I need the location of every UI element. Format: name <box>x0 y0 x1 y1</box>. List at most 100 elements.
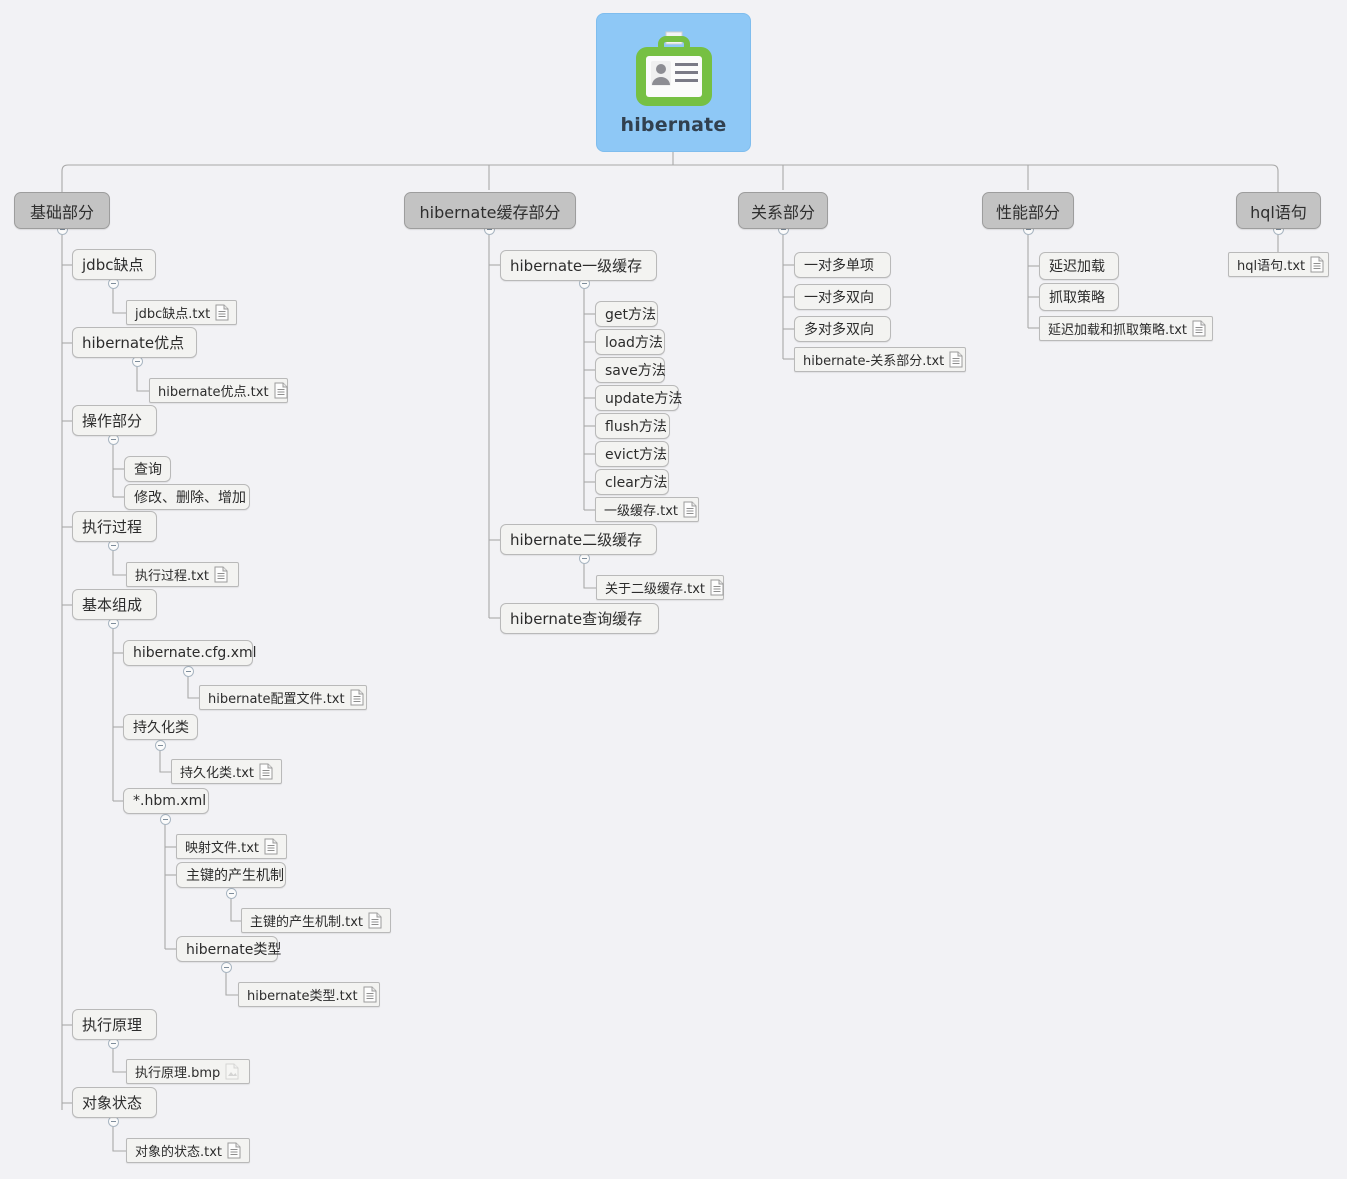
node-load-method[interactable]: load方法 <box>595 329 665 355</box>
node-mapping-file[interactable]: 映射文件.txt <box>176 834 287 859</box>
collapse-toggle-cfg-xml[interactable] <box>183 666 194 677</box>
text-file-icon <box>274 382 288 399</box>
node-persistent-class-file[interactable]: 持久化类.txt <box>171 759 282 784</box>
node-hibernate-pros[interactable]: hibernate优点 <box>72 327 197 358</box>
node-exec-principle-image[interactable]: 执行原理.bmp <box>126 1059 250 1084</box>
node-label-one-to-many-bi: 一对多双向 <box>804 290 874 306</box>
node-label-load-method: load方法 <box>605 335 663 351</box>
node-exec-process[interactable]: 执行过程 <box>72 511 157 542</box>
node-label-operations: 操作部分 <box>82 412 143 430</box>
collapse-toggle-hib-types[interactable] <box>221 962 232 973</box>
node-lazy-fetch-file[interactable]: 延迟加载和抓取策略.txt <box>1039 316 1213 341</box>
node-modify-delete-add[interactable]: 修改、删除、增加 <box>124 484 250 510</box>
node-jdbc-cons[interactable]: jdbc缺点 <box>72 249 156 280</box>
node-label-modify-delete-add: 修改、删除、增加 <box>134 490 246 506</box>
node-clear-method[interactable]: clear方法 <box>595 469 669 495</box>
node-hibernate-types-file[interactable]: hibernate类型.txt <box>238 982 380 1007</box>
node-operations[interactable]: 操作部分 <box>72 405 157 436</box>
node-object-state-file[interactable]: 对象的状态.txt <box>126 1138 250 1163</box>
node-update-method[interactable]: update方法 <box>595 385 682 411</box>
root-node-label: hibernate <box>620 113 727 136</box>
leaf-label-object-state-file: 对象的状态.txt <box>135 1145 223 1160</box>
node-label-pk-generation: 主键的产生机制 <box>186 868 284 884</box>
node-label-query: 查询 <box>134 462 162 478</box>
node-lazy-loading[interactable]: 延迟加载 <box>1039 252 1119 280</box>
branch-label-cache: hibernate缓存部分 <box>419 202 561 222</box>
root-node-hibernate[interactable]: hibernate <box>596 13 751 152</box>
node-many-to-many-bi[interactable]: 多对多双向 <box>794 316 891 342</box>
text-file-icon <box>1310 256 1324 273</box>
node-cache-query[interactable]: hibernate查询缓存 <box>500 603 659 634</box>
leaf-label-exec-principle-image: 执行原理.bmp <box>135 1066 221 1081</box>
leaf-label-relation-file: hibernate-关系部分.txt <box>803 354 945 369</box>
text-file-icon <box>949 351 963 368</box>
node-flush-method[interactable]: flush方法 <box>595 413 670 439</box>
node-label-object-state: 对象状态 <box>82 1094 143 1112</box>
node-exec-principle[interactable]: 执行原理 <box>72 1009 157 1040</box>
node-label-lazy-loading: 延迟加载 <box>1049 259 1105 275</box>
node-label-save-method: save方法 <box>605 363 666 379</box>
node-hql-file[interactable]: hql语句.txt <box>1228 252 1329 277</box>
mindmap-canvas: hibernate 基础部分 hibernate缓存部分 关系部分 性能部分 h… <box>0 0 1347 1179</box>
leaf-label-mapping-file: 映射文件.txt <box>185 841 260 856</box>
node-basic-composition[interactable]: 基本组成 <box>72 589 157 620</box>
node-label-basic-composition: 基本组成 <box>82 596 143 614</box>
node-pk-generation-file[interactable]: 主键的产生机制.txt <box>241 908 391 933</box>
node-cache-level1[interactable]: hibernate一级缓存 <box>500 250 657 281</box>
node-jdbc-cons-file[interactable]: jdbc缺点.txt <box>126 300 237 325</box>
leaf-label-persistent-class-file: 持久化类.txt <box>180 766 255 781</box>
node-cache-level1-file[interactable]: 一级缓存.txt <box>595 497 699 522</box>
branch-node-performance[interactable]: 性能部分 <box>982 192 1074 229</box>
node-label-evict-method: evict方法 <box>605 447 667 463</box>
node-label-hibernate-cfg-xml: hibernate.cfg.xml <box>133 645 257 661</box>
leaf-label-hibernate-cfg-file: hibernate配置文件.txt <box>208 692 345 707</box>
node-fetch-strategy[interactable]: 抓取策略 <box>1039 283 1119 311</box>
node-label-hibernate-pros: hibernate优点 <box>82 334 185 352</box>
text-file-icon <box>227 1142 241 1159</box>
leaf-label-hql-file: hql语句.txt <box>1237 259 1306 274</box>
text-file-icon <box>264 838 278 855</box>
text-file-icon <box>710 579 724 596</box>
leaf-label-exec-process-file: 执行过程.txt <box>135 569 210 584</box>
text-file-icon <box>215 304 229 321</box>
node-hibernate-cfg-xml[interactable]: hibernate.cfg.xml <box>123 640 257 666</box>
node-label-exec-principle: 执行原理 <box>82 1016 143 1034</box>
node-query[interactable]: 查询 <box>124 456 171 482</box>
node-label-clear-method: clear方法 <box>605 475 668 491</box>
node-cache-level2-file[interactable]: 关于二级缓存.txt <box>596 575 724 600</box>
node-evict-method[interactable]: evict方法 <box>595 441 669 467</box>
node-hibernate-cfg-file[interactable]: hibernate配置文件.txt <box>199 685 367 710</box>
node-save-method[interactable]: save方法 <box>595 357 666 383</box>
collapse-toggle-persist[interactable] <box>155 740 166 751</box>
node-label-many-to-many-bi: 多对多双向 <box>804 322 874 338</box>
branch-label-relation: 关系部分 <box>751 202 816 222</box>
node-hibernate-types[interactable]: hibernate类型 <box>176 936 281 962</box>
node-persistent-class[interactable]: 持久化类 <box>123 714 198 740</box>
branch-node-relation[interactable]: 关系部分 <box>738 192 828 229</box>
collapse-toggle-pk-gen[interactable] <box>226 888 237 899</box>
node-pk-generation[interactable]: 主键的产生机制 <box>176 862 286 888</box>
node-one-to-many-uni[interactable]: 一对多单项 <box>794 252 891 278</box>
branch-label-basics: 基础部分 <box>29 202 94 222</box>
node-relation-file[interactable]: hibernate-关系部分.txt <box>794 347 966 372</box>
node-hibernate-pros-file[interactable]: hibernate优点.txt <box>149 378 288 403</box>
node-exec-process-file[interactable]: 执行过程.txt <box>126 562 239 587</box>
node-hbm-xml[interactable]: *.hbm.xml <box>123 788 209 814</box>
collapse-toggle-hbm-xml[interactable] <box>160 814 171 825</box>
text-file-icon <box>683 501 697 518</box>
id-badge-icon <box>635 31 712 106</box>
node-object-state[interactable]: 对象状态 <box>72 1087 157 1118</box>
node-label-cache-level2: hibernate二级缓存 <box>510 531 643 549</box>
node-label-cache-query: hibernate查询缓存 <box>510 610 643 628</box>
branch-node-hql[interactable]: hql语句 <box>1236 192 1321 229</box>
leaf-label-cache-level2-file: 关于二级缓存.txt <box>605 582 706 597</box>
branch-node-basics[interactable]: 基础部分 <box>14 192 110 229</box>
node-one-to-many-bi[interactable]: 一对多双向 <box>794 284 891 310</box>
node-label-get-method: get方法 <box>605 307 656 323</box>
branch-node-cache[interactable]: hibernate缓存部分 <box>404 192 576 229</box>
text-file-icon <box>214 566 228 583</box>
node-cache-level2[interactable]: hibernate二级缓存 <box>500 524 657 555</box>
branch-label-hql: hql语句 <box>1250 202 1307 222</box>
branch-label-performance: 性能部分 <box>996 202 1061 222</box>
node-get-method[interactable]: get方法 <box>595 301 658 327</box>
